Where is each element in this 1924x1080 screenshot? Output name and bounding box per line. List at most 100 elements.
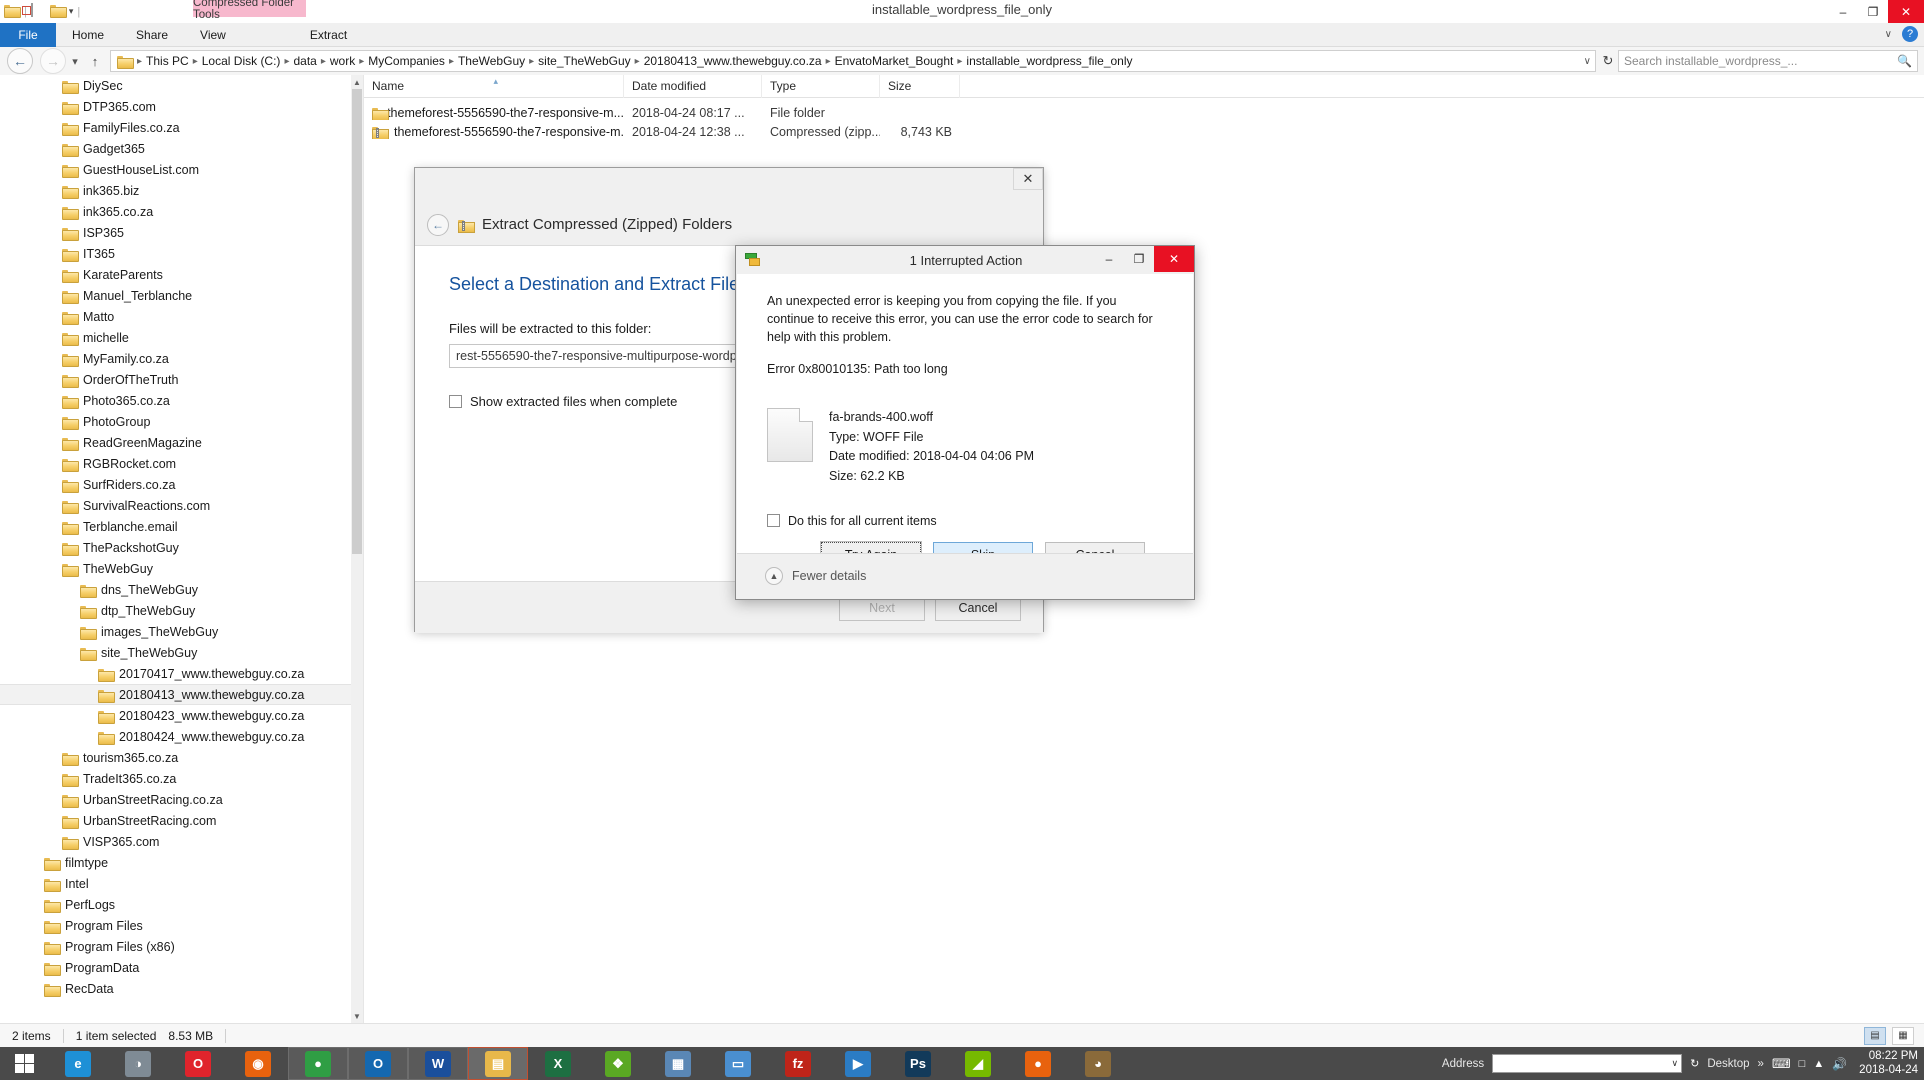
taskbar-item-powerpoint[interactable]: ❖: [588, 1047, 648, 1080]
tab-extract[interactable]: Extract: [294, 23, 363, 47]
tree-item[interactable]: images_TheWebGuy: [0, 621, 363, 642]
tree-item[interactable]: 20180413_www.thewebguy.co.za: [0, 684, 363, 705]
tab-file[interactable]: File: [0, 23, 56, 47]
maximize-button[interactable]: ❐: [1124, 246, 1154, 272]
volume-icon[interactable]: 🔊: [1832, 1057, 1847, 1071]
tree-item[interactable]: MyFamily.co.za: [0, 348, 363, 369]
scroll-down-arrow[interactable]: ▼: [351, 1009, 363, 1023]
taskbar-item-firefox-dev[interactable]: ●: [1008, 1047, 1068, 1080]
taskbar-item-internet-explorer[interactable]: e: [48, 1047, 108, 1080]
taskbar-item-gimp[interactable]: ◕: [1068, 1047, 1128, 1080]
taskbar-item-google-chrome[interactable]: ●: [288, 1047, 348, 1080]
chevron-down-icon[interactable]: ∨: [1885, 29, 1892, 40]
breadcrumb-item-work[interactable]: work: [327, 54, 358, 68]
tree-item[interactable]: SurvivalReactions.com: [0, 495, 363, 516]
taskbar-item-notepad[interactable]: ▭: [708, 1047, 768, 1080]
overflow-chevron-icon[interactable]: »: [1758, 1058, 1764, 1070]
close-button[interactable]: ✕: [1888, 0, 1924, 23]
tree-item[interactable]: ReadGreenMagazine: [0, 432, 363, 453]
large-icons-view-icon[interactable]: ▦: [1892, 1026, 1914, 1045]
desktop-toolbar-label[interactable]: Desktop: [1707, 1058, 1749, 1070]
breadcrumb-item-local-disk[interactable]: Local Disk (C:): [199, 54, 284, 68]
tree-item[interactable]: VISP365.com: [0, 831, 363, 852]
forward-button[interactable]: →: [40, 48, 66, 74]
tree-item[interactable]: ink365.co.za: [0, 201, 363, 222]
back-button[interactable]: ←: [427, 213, 449, 236]
do-for-all-checkbox-row[interactable]: Do this for all current items: [767, 514, 1163, 528]
taskbar-item-outlook[interactable]: O: [348, 1047, 408, 1080]
do-for-all-checkbox[interactable]: [767, 514, 780, 528]
refresh-button[interactable]: ↻: [1598, 53, 1618, 69]
show-extracted-checkbox[interactable]: [449, 395, 462, 408]
navpane-scrollbar[interactable]: ▲ ▼: [351, 75, 363, 1023]
close-button[interactable]: ✕: [1154, 246, 1194, 272]
chevron-down-icon[interactable]: ∨: [1672, 1058, 1679, 1069]
search-icon[interactable]: 🔍: [1897, 54, 1912, 68]
start-button[interactable]: [0, 1047, 48, 1080]
breadcrumb-item-installable[interactable]: installable_wordpress_file_only: [963, 54, 1135, 68]
tab-home[interactable]: Home: [56, 23, 120, 47]
scrollbar-thumb[interactable]: [352, 89, 362, 554]
address-refresh-icon[interactable]: ↻: [1690, 1057, 1699, 1070]
tree-item[interactable]: ISP365: [0, 222, 363, 243]
chevron-up-icon[interactable]: ▲: [765, 567, 783, 585]
column-header-size[interactable]: Size: [880, 74, 960, 98]
restore-button[interactable]: ❐: [1858, 0, 1888, 23]
tree-item[interactable]: michelle: [0, 327, 363, 348]
tree-item[interactable]: TheWebGuy: [0, 558, 363, 579]
column-header-date-modified[interactable]: Date modified: [624, 74, 762, 98]
tree-item[interactable]: dtp_TheWebGuy: [0, 600, 363, 621]
taskbar-item-nvidia[interactable]: ◢: [948, 1047, 1008, 1080]
back-button[interactable]: ←: [7, 48, 33, 74]
column-header-name[interactable]: ▴ Name: [364, 74, 624, 98]
tree-item[interactable]: dns_TheWebGuy: [0, 579, 363, 600]
breadcrumb-item-thewebguy[interactable]: TheWebGuy: [455, 54, 528, 68]
tree-item[interactable]: RGBRocket.com: [0, 453, 363, 474]
tree-item[interactable]: IT365: [0, 243, 363, 264]
tree-item[interactable]: UrbanStreetRacing.com: [0, 810, 363, 831]
search-input[interactable]: Search installable_wordpress_... 🔍: [1618, 50, 1918, 72]
tree-item[interactable]: ink365.biz: [0, 180, 363, 201]
up-button[interactable]: ↑: [84, 54, 106, 69]
address-toolbar-input[interactable]: ∨: [1492, 1054, 1683, 1073]
breadcrumb-item-site-thewebguy[interactable]: site_TheWebGuy: [535, 54, 634, 68]
help-icon[interactable]: ?: [1902, 26, 1918, 42]
taskbar-item-opera[interactable]: O: [168, 1047, 228, 1080]
tree-item[interactable]: DTP365.com: [0, 96, 363, 117]
tree-item[interactable]: Matto: [0, 306, 363, 327]
taskbar-item-firefox[interactable]: ◉: [228, 1047, 288, 1080]
table-row[interactable]: themeforest-5556590-the7-responsive-m...…: [364, 122, 1924, 141]
tree-item[interactable]: ThePackshotGuy: [0, 537, 363, 558]
tree-item[interactable]: 20180423_www.thewebguy.co.za: [0, 705, 363, 726]
tree-item[interactable]: FamilyFiles.co.za: [0, 117, 363, 138]
tree-item[interactable]: UrbanStreetRacing.co.za: [0, 789, 363, 810]
tree-item[interactable]: ProgramData: [0, 957, 363, 978]
chevron-down-icon[interactable]: ∨: [1584, 56, 1591, 67]
tree-item[interactable]: 20170417_www.thewebguy.co.za: [0, 663, 363, 684]
breadcrumb-item-data[interactable]: data: [290, 54, 319, 68]
taskbar-item-word[interactable]: W: [408, 1047, 468, 1080]
tree-item[interactable]: Intel: [0, 873, 363, 894]
tree-item[interactable]: GuestHouseList.com: [0, 159, 363, 180]
network-icon[interactable]: ▲: [1813, 1058, 1824, 1070]
tab-share[interactable]: Share: [120, 23, 184, 47]
show-desktop-icon[interactable]: □: [1799, 1058, 1806, 1070]
breadcrumb-item-this-pc[interactable]: This PC: [143, 54, 192, 68]
breadcrumb-item-envatomarket[interactable]: EnvatoMarket_Bought: [832, 54, 957, 68]
tree-item[interactable]: RecData: [0, 978, 363, 999]
breadcrumb-item-mycompanies[interactable]: MyCompanies: [365, 54, 448, 68]
tab-view[interactable]: View: [184, 23, 242, 47]
taskbar-item-safari[interactable]: ◑: [108, 1047, 168, 1080]
tree-item[interactable]: PhotoGroup: [0, 411, 363, 432]
tree-item[interactable]: Photo365.co.za: [0, 390, 363, 411]
tree-item[interactable]: OrderOfTheTruth: [0, 369, 363, 390]
tree-item[interactable]: KarateParents: [0, 264, 363, 285]
recent-locations-icon[interactable]: ▾: [66, 55, 84, 68]
navigation-pane[interactable]: DiySec DTP365.com FamilyFiles.co.za Gadget3…: [0, 75, 364, 1023]
details-view-icon[interactable]: ▤: [1864, 1026, 1886, 1045]
tree-item[interactable]: Manuel_Terblanche: [0, 285, 363, 306]
keyboard-icon[interactable]: ⌨: [1772, 1056, 1791, 1072]
tree-item[interactable]: TradeIt365.co.za: [0, 768, 363, 789]
tree-item[interactable]: 20180424_www.thewebguy.co.za: [0, 726, 363, 747]
taskbar-item-media-player[interactable]: ▶: [828, 1047, 888, 1080]
